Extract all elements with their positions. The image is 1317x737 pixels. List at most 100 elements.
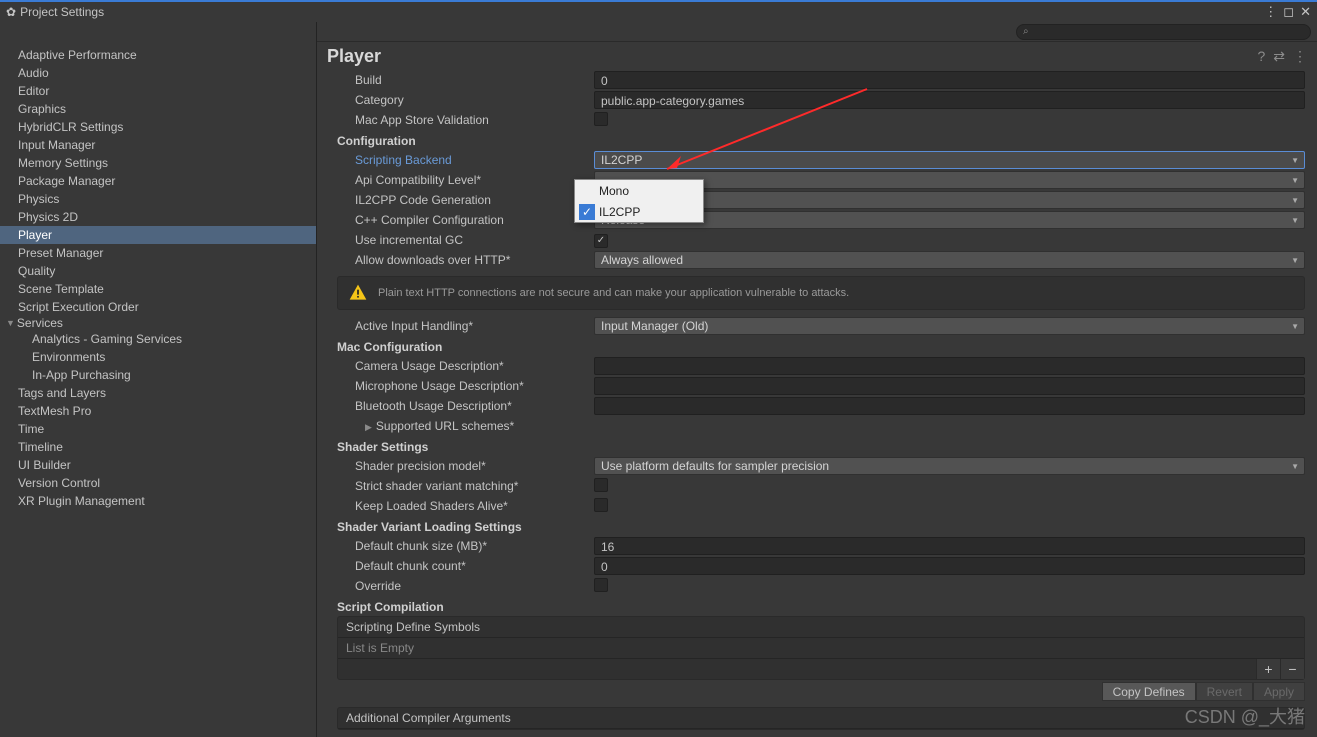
field-label: Build: [337, 73, 594, 87]
settings-preset-icon[interactable]: ⇄: [1273, 48, 1285, 65]
sidebar-item[interactable]: Tags and Layers: [0, 384, 316, 402]
revert-button[interactable]: Revert: [1196, 682, 1253, 701]
sidebar-item[interactable]: HybridCLR Settings: [0, 118, 316, 136]
popup-option-mono[interactable]: Mono: [575, 180, 703, 201]
chevron-down-icon: ▼: [1291, 462, 1299, 471]
field-label: Scripting Backend: [337, 153, 594, 167]
search-input[interactable]: ⌕: [1016, 24, 1311, 40]
camera-desc-input[interactable]: [594, 357, 1305, 375]
sidebar-item[interactable]: TextMesh Pro: [0, 402, 316, 420]
sidebar-item[interactable]: Environments: [0, 348, 316, 366]
sidebar-item[interactable]: Time: [0, 420, 316, 438]
sidebar-item[interactable]: Memory Settings: [0, 154, 316, 172]
sidebar-item[interactable]: Adaptive Performance: [0, 46, 316, 64]
sidebar-services[interactable]: ▼ Services: [0, 316, 316, 330]
list-add-button[interactable]: +: [1256, 659, 1280, 679]
strict-variant-checkbox[interactable]: [594, 478, 608, 492]
section-configuration: Configuration: [337, 130, 1305, 150]
field-label: Default chunk count*: [337, 559, 594, 573]
section-shader-variant: Shader Variant Loading Settings: [337, 516, 1305, 536]
shader-precision-dropdown[interactable]: Use platform defaults for sampler precis…: [594, 457, 1305, 475]
field-label: Active Input Handling*: [337, 319, 594, 333]
list-header: Scripting Define Symbols: [338, 617, 1304, 638]
page-title: Player: [327, 46, 1249, 67]
kebab-icon[interactable]: ⋮: [1293, 48, 1307, 65]
build-input[interactable]: 0: [594, 71, 1305, 89]
sidebar-item[interactable]: In-App Purchasing: [0, 366, 316, 384]
titlebar: ✿ Project Settings ⋮ ◻ ✕: [0, 0, 1317, 22]
field-label: Shader precision model*: [337, 459, 594, 473]
sidebar-item[interactable]: Scene Template: [0, 280, 316, 298]
incremental-gc-checkbox[interactable]: [594, 234, 608, 248]
list-remove-button[interactable]: −: [1280, 659, 1304, 679]
sidebar-item[interactable]: Package Manager: [0, 172, 316, 190]
define-symbols-list: Scripting Define Symbols List is Empty +…: [337, 616, 1305, 680]
sidebar-item[interactable]: Physics 2D: [0, 208, 316, 226]
field-label: Category: [337, 93, 594, 107]
chevron-right-icon: ▶: [365, 422, 372, 433]
list-header: Additional Compiler Arguments: [338, 708, 1304, 729]
section-script-compilation: Script Compilation: [337, 596, 1305, 616]
chevron-down-icon: ▼: [1291, 176, 1299, 185]
window-buttons: ⋮ ◻ ✕: [1264, 4, 1311, 20]
field-label: Camera Usage Description*: [337, 359, 594, 373]
sidebar-item[interactable]: UI Builder: [0, 456, 316, 474]
field-label: Bluetooth Usage Description*: [337, 399, 594, 413]
sidebar-item[interactable]: Audio: [0, 64, 316, 82]
chevron-down-icon: ▼: [1291, 156, 1299, 165]
http-warning-box: Plain text HTTP connections are not secu…: [337, 276, 1305, 310]
scripting-backend-dropdown[interactable]: IL2CPP▼: [594, 151, 1305, 169]
sidebar-item[interactable]: Analytics - Gaming Services: [0, 330, 316, 348]
close-icon[interactable]: ✕: [1300, 4, 1311, 20]
field-label: Strict shader variant matching*: [337, 479, 594, 493]
sidebar-item[interactable]: Graphics: [0, 100, 316, 118]
search-icon: ⌕: [1023, 26, 1029, 37]
kebab-icon[interactable]: ⋮: [1264, 4, 1277, 20]
section-mac-config: Mac Configuration: [337, 336, 1305, 356]
chevron-down-icon: ▼: [1291, 256, 1299, 265]
sidebar-item[interactable]: Physics: [0, 190, 316, 208]
field-label: Microphone Usage Description*: [337, 379, 594, 393]
chevron-down-icon: ▼: [1291, 322, 1299, 331]
field-label: Override: [337, 579, 594, 593]
chevron-down-icon: ▼: [1291, 216, 1299, 225]
sidebar-item[interactable]: Quality: [0, 262, 316, 280]
warning-text: Plain text HTTP connections are not secu…: [378, 287, 849, 299]
apply-button[interactable]: Apply: [1253, 682, 1305, 701]
warning-icon: [348, 283, 368, 303]
sidebar-item-player[interactable]: Player: [0, 226, 316, 244]
bt-desc-input[interactable]: [594, 397, 1305, 415]
sidebar-item[interactable]: Script Execution Order: [0, 298, 316, 316]
window-title: Project Settings: [20, 5, 1264, 19]
active-input-dropdown[interactable]: Input Manager (Old)▼: [594, 317, 1305, 335]
scripting-backend-popup: Mono ✓IL2CPP: [574, 179, 704, 223]
compiler-args-list: Additional Compiler Arguments: [337, 707, 1305, 730]
chevron-down-icon: ▼: [1291, 196, 1299, 205]
chunk-count-input[interactable]: 0: [594, 557, 1305, 575]
content-scroll[interactable]: Build0 Categorypublic.app-category.games…: [317, 70, 1317, 737]
sidebar-item[interactable]: Timeline: [0, 438, 316, 456]
field-label: Allow downloads over HTTP*: [337, 253, 594, 267]
sidebar-item[interactable]: XR Plugin Management: [0, 492, 316, 510]
sidebar-item[interactable]: Editor: [0, 82, 316, 100]
popup-option-il2cpp[interactable]: ✓IL2CPP: [575, 201, 703, 222]
searchbar: ⌕: [317, 22, 1317, 42]
sidebar-item[interactable]: Preset Manager: [0, 244, 316, 262]
field-label: Api Compatibility Level*: [337, 173, 594, 187]
override-checkbox[interactable]: [594, 578, 608, 592]
help-icon[interactable]: ?: [1257, 48, 1265, 64]
sidebar-item[interactable]: Version Control: [0, 474, 316, 492]
copy-defines-button[interactable]: Copy Defines: [1102, 682, 1196, 701]
keep-loaded-checkbox[interactable]: [594, 498, 608, 512]
sidebar-item[interactable]: Input Manager: [0, 136, 316, 154]
section-shader: Shader Settings: [337, 436, 1305, 456]
allow-http-dropdown[interactable]: Always allowed▼: [594, 251, 1305, 269]
chevron-down-icon: ▼: [6, 318, 15, 328]
category-input[interactable]: public.app-category.games: [594, 91, 1305, 109]
maximize-icon[interactable]: ◻: [1283, 4, 1294, 20]
field-label: IL2CPP Code Generation: [337, 193, 594, 207]
macstore-checkbox[interactable]: [594, 112, 608, 126]
field-label[interactable]: ▶Supported URL schemes*: [337, 419, 594, 433]
mic-desc-input[interactable]: [594, 377, 1305, 395]
chunk-size-input[interactable]: 16: [594, 537, 1305, 555]
